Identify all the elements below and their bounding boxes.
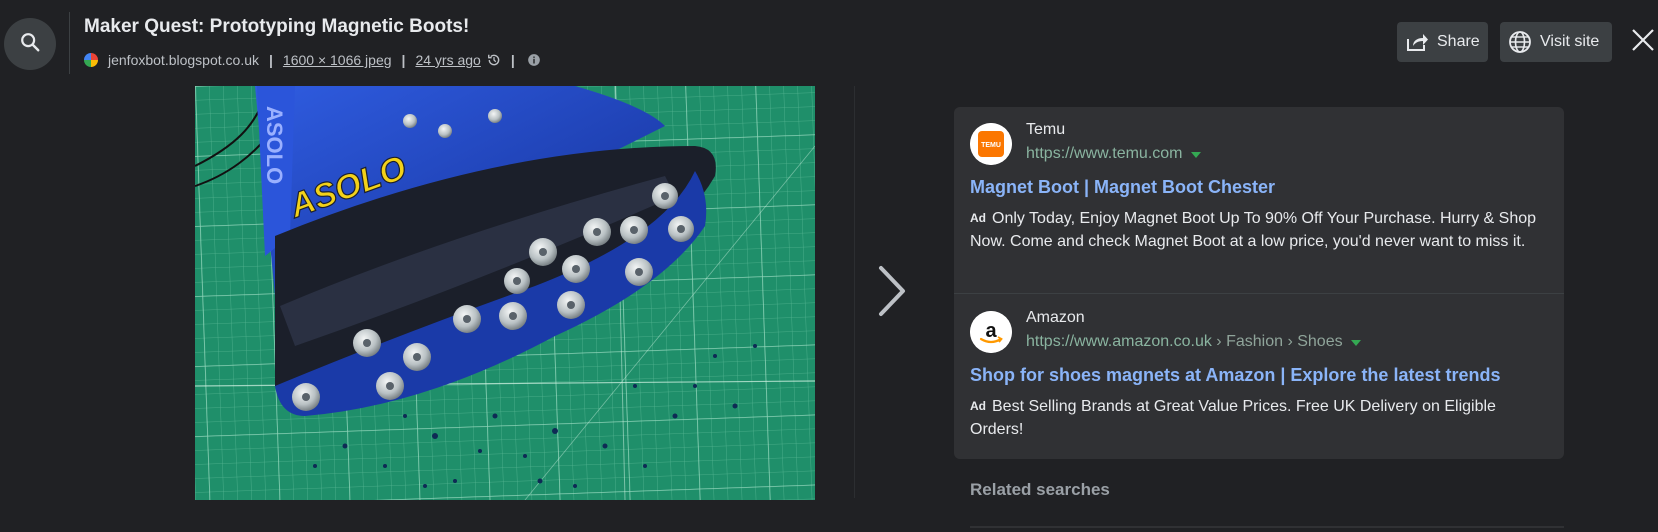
ad-url-crumbs: › Fashion › Shoes	[1211, 333, 1343, 351]
meta-separator: |	[510, 52, 515, 68]
ad-url[interactable]: https://www.amazon.co.uk › Fashion › Sho…	[1026, 333, 1361, 351]
share-label: Share	[1437, 33, 1480, 50]
ad-description: Ad Best Selling Brands at Great Value Pri…	[970, 395, 1545, 441]
ad-headline[interactable]: Magnet Boot | Magnet Boot Chester	[970, 177, 1275, 198]
chevron-right-icon	[877, 265, 907, 322]
ad-advertiser-name: Temu	[1026, 121, 1066, 138]
close-button[interactable]	[1628, 24, 1658, 60]
ad-description-text: Only Today, Enjoy Magnet Boot Up To 90% …	[970, 210, 1537, 250]
ad-url-domain: https://www.amazon.co.uk	[1026, 333, 1212, 351]
temu-logo-text: TEMU	[981, 142, 1001, 149]
ad-description-text: Best Selling Brands at Great Value Price…	[970, 398, 1496, 438]
related-divider	[970, 526, 1564, 528]
meta-separator: |	[269, 52, 273, 68]
close-icon	[1631, 28, 1655, 57]
image-dimensions[interactable]: 1600 × 1066 jpeg	[283, 52, 392, 68]
ad-headline[interactable]: Shop for shoes magnets at Amazon | Explo…	[970, 365, 1500, 386]
visit-site-button[interactable]: Visit site	[1500, 22, 1612, 62]
meta-separator: |	[401, 52, 406, 68]
ad-description: Ad Only Today, Enjoy Magnet Boot Up To 90…	[970, 207, 1545, 253]
panel-divider	[854, 86, 855, 498]
visit-site-label: Visit site	[1540, 33, 1600, 50]
ad-badge: Ad	[970, 399, 986, 413]
caret-down-icon[interactable]	[1190, 145, 1201, 163]
globe-icon	[1508, 30, 1532, 54]
page-title: Maker Quest: Prototyping Magnetic Boots!	[84, 16, 470, 37]
next-image-button[interactable]	[872, 262, 912, 324]
history-icon	[487, 53, 501, 67]
tongue-brand-text: ASOLO	[262, 106, 287, 184]
share-icon	[1405, 31, 1429, 53]
source-domain[interactable]: jenfoxbot.blogspot.co.uk	[108, 52, 259, 68]
search-icon	[19, 31, 41, 58]
ad-url[interactable]: https://www.temu.com	[1026, 145, 1201, 163]
temu-logo-icon: TEMU	[970, 123, 1012, 165]
header-divider	[69, 12, 70, 74]
share-button[interactable]: Share	[1397, 22, 1488, 62]
ad-url-domain: https://www.temu.com	[1026, 145, 1183, 163]
image-meta: jenfoxbot.blogspot.co.uk | 1600 × 1066 j…	[84, 50, 541, 70]
caret-down-icon[interactable]	[1350, 333, 1361, 351]
preview-image[interactable]: ASOLO ASOLO	[195, 86, 815, 500]
ad-divider	[954, 293, 1564, 294]
amazon-logo-text: a	[985, 320, 997, 342]
ad-advertiser-name: Amazon	[1026, 309, 1085, 326]
top-bar: Maker Quest: Prototyping Magnetic Boots!…	[0, 0, 1658, 86]
sponsored-results: TEMU Temu https://www.temu.com Magnet Bo…	[954, 107, 1564, 459]
search-button[interactable]	[4, 18, 56, 70]
ad-badge: Ad	[970, 211, 986, 225]
info-icon[interactable]	[527, 53, 541, 67]
google-favicon-icon	[84, 53, 98, 67]
related-searches-title: Related searches	[970, 480, 1110, 499]
image-age[interactable]: 24 yrs ago	[415, 52, 480, 68]
amazon-logo-icon: a	[970, 311, 1012, 353]
